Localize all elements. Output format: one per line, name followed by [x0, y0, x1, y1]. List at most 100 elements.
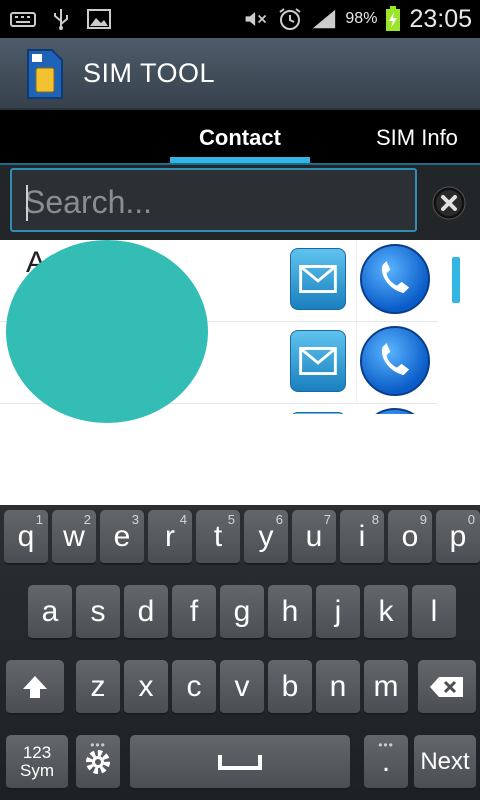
key-t[interactable]: t5: [196, 510, 240, 565]
key-j[interactable]: j: [316, 585, 360, 640]
space-icon: [218, 754, 262, 770]
tab-sim-info[interactable]: SIM Info: [376, 110, 480, 165]
mute-icon: [246, 12, 267, 26]
period-key[interactable]: . •••: [364, 735, 408, 790]
key-f[interactable]: f: [172, 585, 216, 640]
call-button[interactable]: [360, 326, 430, 396]
clear-search-icon[interactable]: [432, 186, 466, 220]
image-icon: [87, 9, 111, 29]
key-c-label: c: [186, 669, 202, 703]
key-o-hint: 9: [419, 512, 427, 527]
clock: 23:05: [409, 4, 472, 33]
sms-button[interactable]: [290, 248, 346, 310]
keyboard-icon: [10, 12, 36, 27]
key-b[interactable]: b: [268, 660, 312, 715]
key-x[interactable]: x: [124, 660, 168, 715]
sms-button[interactable]: [290, 412, 346, 414]
key-l[interactable]: l: [412, 585, 456, 640]
text-cursor: [26, 185, 28, 221]
key-k-label: k: [378, 594, 394, 628]
key-p[interactable]: p0: [436, 510, 480, 565]
battery-percent: 98%: [345, 10, 378, 27]
key-g-label: g: [233, 594, 251, 628]
key-l-label: l: [430, 594, 438, 628]
key-t-hint: 5: [227, 512, 235, 527]
key-j-label: j: [334, 594, 342, 628]
key-h-label: h: [281, 594, 299, 628]
tab-bar: Contact SIM Info: [0, 110, 480, 165]
backspace-key[interactable]: [418, 660, 476, 715]
scrollbar[interactable]: [452, 257, 460, 303]
next-key[interactable]: Next: [414, 735, 476, 790]
sim-card-icon[interactable]: [24, 48, 64, 100]
key-w[interactable]: w2: [52, 510, 96, 565]
key-k[interactable]: k: [364, 585, 408, 640]
key-p-hint: 0: [467, 512, 475, 527]
key-v-label: v: [234, 669, 250, 703]
key-u[interactable]: u7: [292, 510, 336, 565]
key-q-label: q: [17, 519, 35, 553]
key-o[interactable]: o9: [388, 510, 432, 565]
key-y-hint: 6: [275, 512, 283, 527]
key-e-label: e: [113, 519, 131, 553]
more-dots: •••: [90, 738, 106, 752]
key-c[interactable]: c: [172, 660, 216, 715]
row-divider: [356, 240, 357, 322]
settings-key[interactable]: •••: [76, 735, 120, 790]
status-bar: 98% 23:05: [0, 0, 480, 38]
key-s-label: s: [90, 594, 106, 628]
shift-icon: [23, 675, 47, 698]
keyboard: q 1 w 2 e 3 r 4 t 5 y 6 u 7 i 8 o 9 p 0 a s d f g h j k l z x c v b n m 123 S…: [0, 505, 480, 800]
key-y[interactable]: y6: [244, 510, 288, 565]
key-e-hint: 3: [131, 512, 139, 527]
key-x-label: x: [138, 669, 154, 703]
key-n-label: n: [329, 669, 347, 703]
key-y-label: y: [258, 519, 274, 553]
key-n[interactable]: n: [316, 660, 360, 715]
search-row: [0, 165, 480, 240]
key-p-label: p: [449, 519, 467, 553]
key-z[interactable]: z: [76, 660, 120, 715]
search-box[interactable]: [10, 168, 417, 232]
battery-charging-icon: [386, 6, 401, 31]
key-r-hint: 4: [179, 512, 187, 527]
usb-icon: [54, 9, 68, 30]
key-d-label: d: [137, 594, 155, 628]
key-d[interactable]: d: [124, 585, 168, 640]
space-key[interactable]: [130, 735, 350, 790]
key-u-label: u: [305, 519, 323, 553]
sym-key-bottom: Sym: [20, 760, 54, 780]
alarm-icon: [279, 8, 302, 30]
key-e[interactable]: e3: [100, 510, 144, 565]
key-m[interactable]: m: [364, 660, 408, 715]
key-q[interactable]: q1: [4, 510, 48, 565]
key-s[interactable]: s: [76, 585, 120, 640]
next-key-label: Next: [420, 747, 470, 775]
shift-key[interactable]: [6, 660, 64, 715]
search-input[interactable]: [24, 182, 404, 222]
key-r-label: r: [165, 519, 175, 553]
key-g[interactable]: g: [220, 585, 264, 640]
sym-key[interactable]: 123 Sym: [6, 735, 68, 790]
call-button[interactable]: [360, 244, 430, 314]
key-t-label: t: [213, 519, 223, 553]
more-dots: •••: [378, 738, 394, 752]
call-button[interactable]: [360, 408, 430, 414]
key-u-hint: 7: [323, 512, 331, 527]
key-w-hint: 2: [83, 512, 91, 527]
contact-list[interactable]: A C: [0, 240, 480, 505]
key-f-label: f: [189, 594, 199, 628]
backspace-icon: [430, 676, 463, 697]
key-r[interactable]: r4: [148, 510, 192, 565]
key-w-label: w: [63, 519, 85, 553]
key-v[interactable]: v: [220, 660, 264, 715]
action-bar: SIM TOOL: [0, 38, 480, 110]
sms-button[interactable]: [290, 330, 346, 392]
key-h[interactable]: h: [268, 585, 312, 640]
key-a-label: a: [41, 594, 59, 628]
key-i-hint: 8: [371, 512, 379, 527]
key-b-label: b: [281, 669, 299, 703]
key-a[interactable]: a: [28, 585, 72, 640]
key-m-label: m: [373, 669, 399, 703]
key-i[interactable]: i8: [340, 510, 384, 565]
